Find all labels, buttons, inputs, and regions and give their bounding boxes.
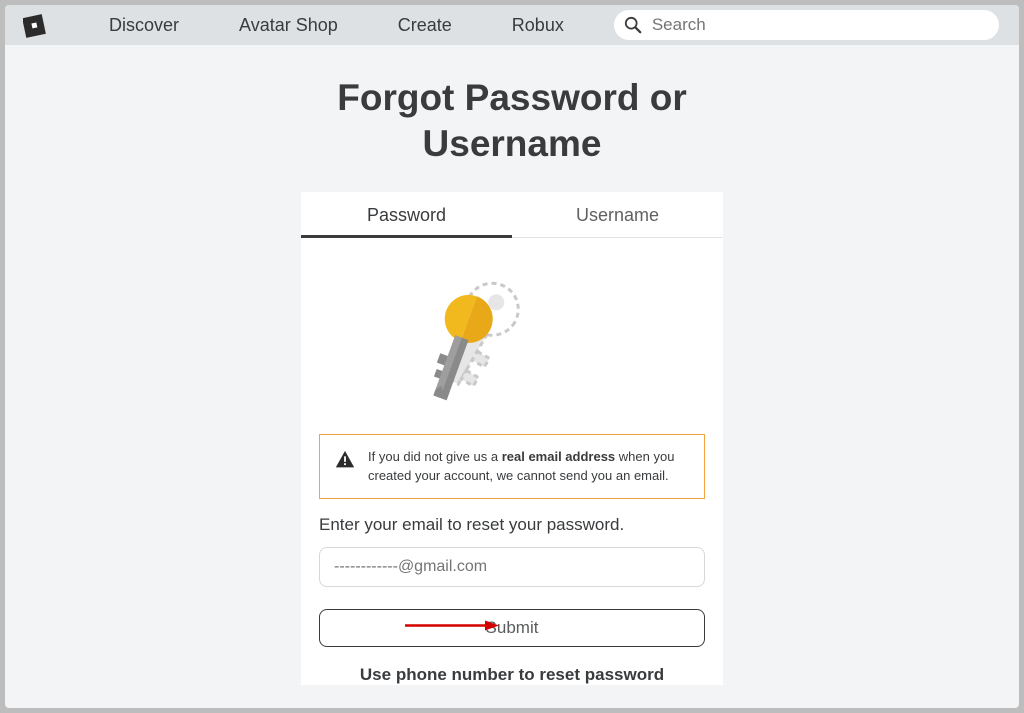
submit-button[interactable]: Submit [319, 609, 705, 647]
nav-robux[interactable]: Robux [482, 15, 594, 36]
search-input[interactable] [614, 10, 999, 40]
nav-discover[interactable]: Discover [79, 15, 209, 36]
nav-avatar-shop[interactable]: Avatar Shop [209, 15, 368, 36]
use-phone-link[interactable]: Use phone number to reset password [319, 659, 705, 685]
email-warning-alert: If you did not give us a real email addr… [319, 434, 705, 499]
nav-create[interactable]: Create [368, 15, 482, 36]
instruction-text: Enter your email to reset your password. [319, 515, 705, 535]
app-window: Discover Avatar Shop Create Robux Forgot… [5, 5, 1019, 708]
email-field[interactable] [319, 547, 705, 587]
page-title: Forgot Password or Username [282, 75, 742, 168]
tab-username[interactable]: Username [512, 192, 723, 237]
card-body: If you did not give us a real email addr… [301, 434, 723, 685]
top-nav: Discover Avatar Shop Create Robux [5, 5, 1019, 45]
key-illustration-icon [301, 238, 723, 428]
warning-icon [334, 449, 356, 471]
submit-wrap: Submit [319, 609, 705, 647]
tabs: Password Username [301, 192, 723, 238]
tab-password[interactable]: Password [301, 192, 512, 237]
page-body: Forgot Password or Username Password Use… [5, 45, 1019, 708]
roblox-logo-icon[interactable] [23, 12, 49, 38]
alert-text: If you did not give us a real email addr… [368, 447, 690, 486]
reset-card: Password Username [301, 192, 723, 685]
search-container [614, 10, 999, 40]
